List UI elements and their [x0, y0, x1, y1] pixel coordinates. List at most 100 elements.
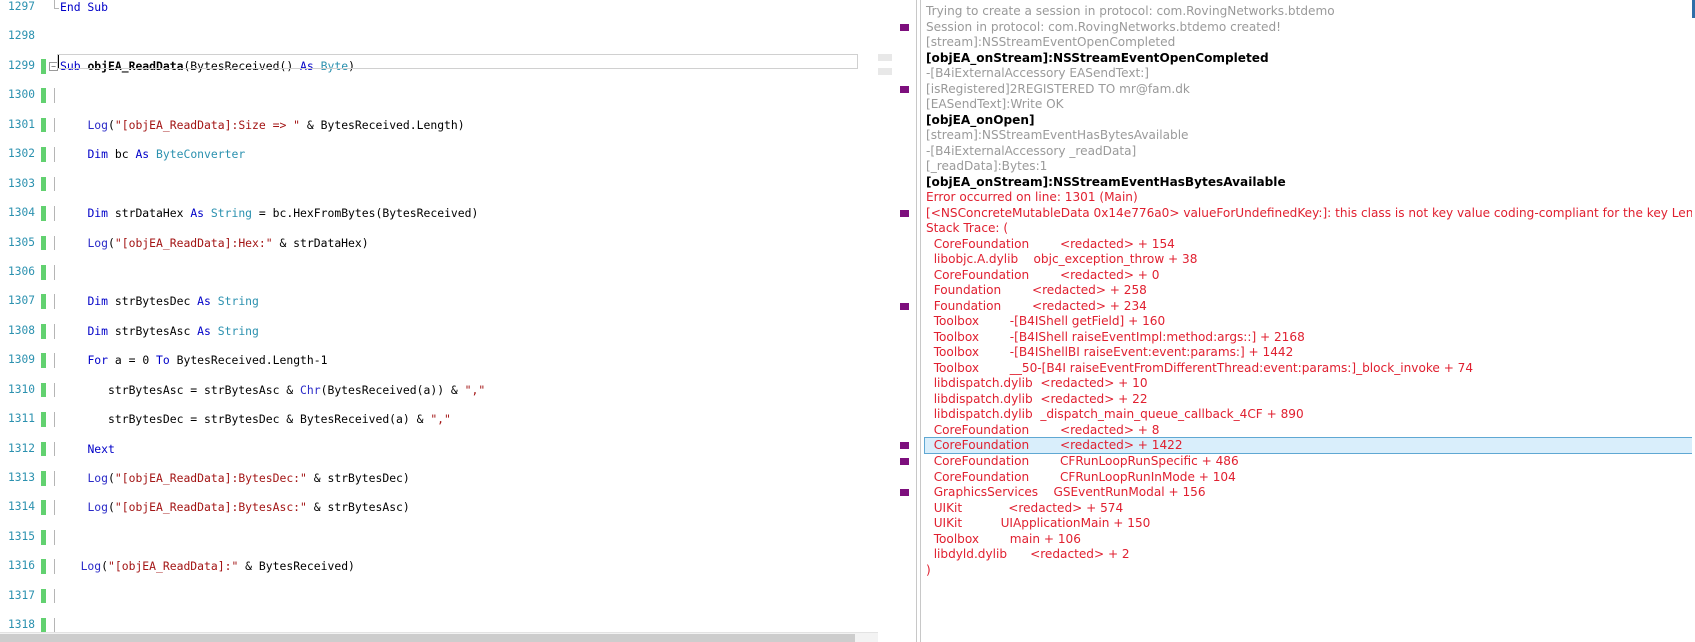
pane-divider[interactable] — [878, 0, 892, 642]
code-line-text: Log("[objEA_ReadData]:Size => " & BytesR… — [87, 117, 465, 132]
change-bar — [41, 500, 46, 516]
code-line[interactable]: 1301 Log("[objEA_ReadData]:Size => " & B… — [0, 117, 878, 133]
log-line[interactable]: Toolbox -[B4IShell getField] + 160 — [924, 314, 1695, 330]
log-line[interactable]: [stream]:NSStreamEventOpenCompleted — [924, 35, 1695, 51]
log-breakpoint-marker[interactable] — [900, 23, 909, 31]
code-line[interactable]: 1300 — [0, 88, 878, 104]
log-line[interactable]: Trying to create a session in protocol: … — [924, 4, 1695, 20]
log-line-selected[interactable]: CoreFoundation <redacted> + 1422 — [924, 437, 1695, 454]
log-line[interactable]: Session in protocol: com.RovingNetworks.… — [924, 20, 1695, 36]
code-line[interactable]: 1306 — [0, 264, 878, 280]
block-guide-line — [54, 0, 55, 8]
log-line[interactable]: Error occurred on line: 1301 (Main) — [924, 190, 1695, 206]
code-line[interactable]: 1305 Log("[objEA_ReadData]:Hex:" & strDa… — [0, 235, 878, 251]
line-number: 1303 — [8, 176, 35, 190]
line-number: 1307 — [8, 294, 35, 308]
code-line[interactable]: 1318 — [0, 618, 878, 633]
log-line[interactable]: [stream]:NSStreamEventHasBytesAvailable — [924, 128, 1695, 144]
log-line[interactable]: CoreFoundation <redacted> + 154 — [924, 237, 1695, 253]
code-line[interactable]: 1304 Dim strDataHex As String = bc.HexFr… — [0, 206, 878, 221]
code-line[interactable]: 1302 Dim bc As ByteConverter — [0, 147, 878, 162]
line-number: 1315 — [8, 529, 35, 543]
log-line[interactable]: ) — [924, 563, 1695, 579]
log-line[interactable]: libdyld.dylib <redacted> + 2 — [924, 547, 1695, 563]
code-line[interactable]: 1311 strBytesDec = strBytesDec & BytesRe… — [0, 412, 878, 427]
change-bar — [41, 559, 46, 575]
code-line[interactable]: 1309 For a = 0 To BytesReceived.Length-1 — [0, 353, 878, 368]
code-line-text: Dim bc As ByteConverter — [87, 147, 246, 162]
log-line[interactable]: libdispatch.dylib <redacted> + 10 — [924, 376, 1695, 392]
log-breakpoint-marker[interactable] — [900, 442, 909, 449]
log-breakpoint-marker[interactable] — [900, 302, 909, 310]
log-gutter-rule-left — [916, 0, 917, 642]
code-line[interactable]: 1307 Dim strBytesDec As String — [0, 294, 878, 310]
log-line[interactable]: Foundation <redacted> + 258 — [924, 283, 1695, 299]
block-guide-line — [54, 206, 55, 221]
log-line[interactable]: UIKit UIApplicationMain + 150 — [924, 516, 1695, 532]
log-breakpoint-marker[interactable] — [900, 209, 909, 217]
editor-horizontal-scrollbar[interactable] — [0, 632, 878, 642]
log-line[interactable]: Stack Trace: ( — [924, 221, 1695, 237]
log-gutter[interactable] — [892, 0, 914, 642]
log-line[interactable]: Toolbox main + 106 — [924, 532, 1695, 548]
log-line[interactable]: -[B4iExternalAccessory EASendText:] — [924, 66, 1695, 82]
log-breakpoint-marker[interactable] — [900, 457, 909, 465]
log-line[interactable]: [objEA_onStream]:NSStreamEventHasBytesAv… — [924, 175, 1695, 191]
code-line[interactable]: 1316 Log("[objEA_ReadData]:" & BytesRece… — [0, 559, 878, 575]
code-line[interactable]: 1310 strBytesAsc = strBytesAsc & Chr(Byt… — [0, 382, 878, 398]
log-line[interactable]: CoreFoundation CFRunLoopRunSpecific + 48… — [924, 454, 1695, 470]
block-guide-line — [54, 559, 55, 575]
log-gutter-rule-right — [920, 0, 921, 642]
log-breakpoint-marker[interactable] — [900, 85, 909, 93]
log-line[interactable]: -[B4iExternalAccessory _readData] — [924, 144, 1695, 160]
code-line[interactable]: 1298 — [0, 29, 878, 44]
code-line-text: Sub objEA_ReadData(BytesReceived() As By… — [60, 58, 355, 73]
log-line[interactable]: CoreFoundation <redacted> + 0 — [924, 268, 1695, 284]
code-line[interactable]: 1315 — [0, 529, 878, 545]
change-bar — [41, 117, 46, 133]
log-line[interactable]: [isRegistered]2REGISTERED TO mr@fam.dk — [924, 82, 1695, 98]
code-line[interactable]: 1308 Dim strBytesAsc As String — [0, 323, 878, 339]
code-line[interactable]: 1297 End Sub — [0, 0, 878, 15]
block-guide-line — [54, 88, 55, 104]
code-line[interactable]: 1314 Log("[objEA_ReadData]:BytesAsc:" & … — [0, 500, 878, 516]
code-line[interactable]: 1312 Next — [0, 441, 878, 457]
log-line[interactable]: libobjc.A.dylib objc_exception_throw + 3… — [924, 252, 1695, 268]
log-line[interactable]: [<NSConcreteMutableData 0x14e776a0> valu… — [924, 206, 1695, 222]
log-line[interactable]: [_readData]:Bytes:1 — [924, 159, 1695, 175]
code-line[interactable]: 1317 — [0, 588, 878, 604]
log-line[interactable]: UIKit <redacted> + 574 — [924, 501, 1695, 517]
code-line[interactable]: 1303 — [0, 176, 878, 192]
change-bar — [41, 588, 46, 604]
code-editor-pane[interactable]: 1297 End Sub 1298 1299 − Sub objEA_ReadData(B… — [0, 0, 878, 642]
log-output-pane[interactable]: Trying to create a session in protocol: … — [892, 0, 1695, 642]
code-editor-text-area[interactable]: 1297 End Sub 1298 1299 − Sub objEA_ReadData(B… — [0, 0, 878, 642]
block-guide-line — [54, 471, 55, 486]
log-breakpoint-marker[interactable] — [900, 488, 909, 496]
change-bar — [41, 58, 46, 74]
log-line[interactable]: libdispatch.dylib _dispatch_main_queue_c… — [924, 407, 1695, 423]
fold-collapse-icon[interactable]: − — [49, 61, 58, 71]
log-line[interactable]: Toolbox -[B4IShellBI raiseEvent:event:pa… — [924, 345, 1695, 361]
code-line[interactable]: 1313 Log("[objEA_ReadData]:BytesDec:" & … — [0, 471, 878, 486]
block-guide-line — [54, 117, 55, 133]
change-bar — [41, 147, 46, 162]
code-line[interactable]: 1299 − Sub objEA_ReadData(BytesReceived() … — [0, 58, 878, 74]
code-line-text: End Sub — [60, 0, 109, 14]
log-line[interactable]: [objEA_onStream]:NSStreamEventOpenComple… — [924, 51, 1695, 67]
editor-horizontal-scroll-thumb[interactable] — [0, 634, 855, 642]
line-number: 1297 — [8, 0, 35, 13]
log-line[interactable]: [EASendText]:Write OK — [924, 97, 1695, 113]
log-line[interactable]: Toolbox -[B4IShell raiseEventImpl:method… — [924, 330, 1695, 346]
block-guide-line — [54, 382, 55, 398]
log-line[interactable]: CoreFoundation <redacted> + 8 — [924, 423, 1695, 439]
log-line[interactable]: libdispatch.dylib <redacted> + 22 — [924, 392, 1695, 408]
line-number: 1304 — [8, 206, 35, 220]
log-line[interactable]: CoreFoundation CFRunLoopRunInMode + 104 — [924, 470, 1695, 486]
log-line[interactable]: Foundation <redacted> + 234 — [924, 299, 1695, 315]
log-line[interactable]: Toolbox __50-[B4I raiseEventFromDifferen… — [924, 361, 1695, 377]
log-line[interactable]: [objEA_onOpen] — [924, 113, 1695, 129]
log-line-list[interactable]: Trying to create a session in protocol: … — [924, 4, 1695, 642]
change-bar — [41, 235, 46, 251]
log-line[interactable]: GraphicsServices GSEventRunModal + 156 — [924, 485, 1695, 501]
